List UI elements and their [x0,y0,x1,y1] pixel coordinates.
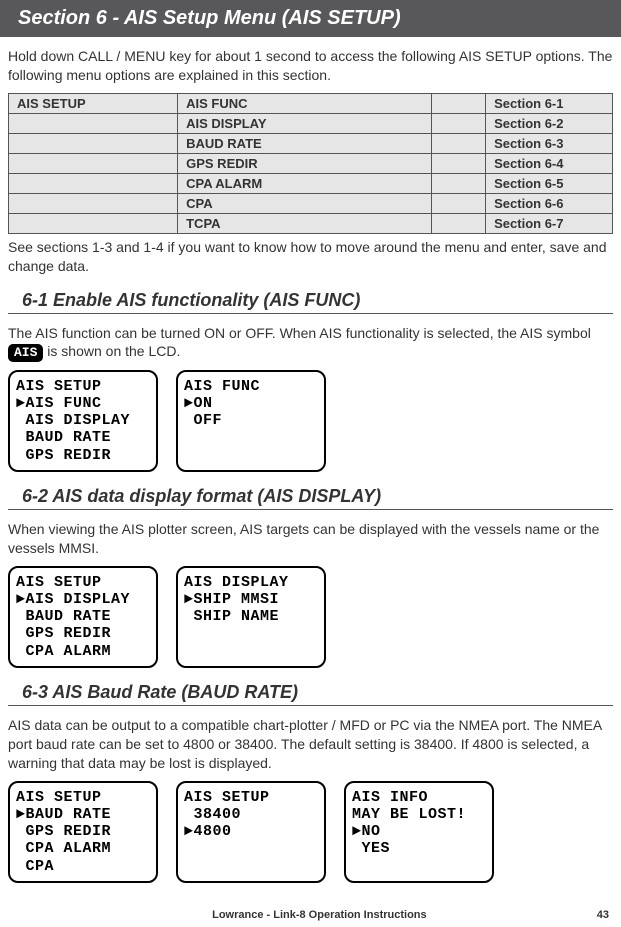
table-row: CPA ALARM Section 6-5 [9,173,613,193]
cell-blank [431,133,485,153]
table-row: TCPA Section 6-7 [9,213,613,233]
subheading-6-1: 6-1 Enable AIS functionality (AIS FUNC) [22,290,613,311]
lcd-row-6-1: AIS SETUP ►AIS FUNC AIS DISPLAY BAUD RAT… [8,370,613,472]
subheading-6-3: 6-3 AIS Baud Rate (BAUD RATE) [22,682,613,703]
cell-blank [9,193,178,213]
paragraph-6-3: AIS data can be output to a compatible c… [8,716,613,773]
cell-section: Section 6-2 [486,113,613,133]
subheading-6-2: 6-2 AIS data display format (AIS DISPLAY… [22,486,613,507]
section-banner: Section 6 - AIS Setup Menu (AIS SETUP) [0,0,621,37]
menu-table: AIS SETUP AIS FUNC Section 6-1 AIS DISPL… [8,93,613,234]
cell-blank [9,153,178,173]
lcd-screen: AIS SETUP ►AIS DISPLAY BAUD RATE GPS RED… [8,566,158,668]
cell-section: Section 6-5 [486,173,613,193]
ais-chip: AIS [8,344,43,362]
cell-section: Section 6-4 [486,153,613,173]
lcd-row-6-3: AIS SETUP ►BAUD RATE GPS REDIR CPA ALARM… [8,781,613,883]
lcd-row-6-2: AIS SETUP ►AIS DISPLAY BAUD RATE GPS RED… [8,566,613,668]
cell-blank [9,213,178,233]
divider [8,313,613,314]
table-row: BAUD RATE Section 6-3 [9,133,613,153]
paragraph-6-2: When viewing the AIS plotter screen, AIS… [8,520,613,558]
table-row: AIS DISPLAY Section 6-2 [9,113,613,133]
text-before: The AIS function can be turned ON or OFF… [8,325,591,341]
cell-blank [431,193,485,213]
intro-paragraph: Hold down CALL / MENU key for about 1 se… [8,47,613,85]
cell-func: AIS DISPLAY [178,113,432,133]
page-number: 43 [597,909,609,921]
lcd-screen: AIS SETUP ►AIS FUNC AIS DISPLAY BAUD RAT… [8,370,158,472]
table-row: GPS REDIR Section 6-4 [9,153,613,173]
page-footer: Lowrance - Link-8 Operation Instructions… [0,903,621,927]
lcd-screen: AIS FUNC ►ON OFF [176,370,326,472]
footer-title: Lowrance - Link-8 Operation Instructions [42,909,597,921]
cell-func: CPA [178,193,432,213]
cell-blank [431,93,485,113]
lcd-screen: AIS INFO MAY BE LOST! ►NO YES [344,781,494,883]
cell-blank [431,113,485,133]
cell-setup: AIS SETUP [9,93,178,113]
cell-blank [9,133,178,153]
cell-func: GPS REDIR [178,153,432,173]
cell-blank [9,173,178,193]
cell-func: TCPA [178,213,432,233]
table-row: AIS SETUP AIS FUNC Section 6-1 [9,93,613,113]
cell-section: Section 6-7 [486,213,613,233]
lcd-screen: AIS SETUP 38400 ►4800 [176,781,326,883]
lcd-screen: AIS SETUP ►BAUD RATE GPS REDIR CPA ALARM… [8,781,158,883]
after-table-paragraph: See sections 1-3 and 1-4 if you want to … [8,238,613,276]
cell-blank [431,213,485,233]
cell-blank [9,113,178,133]
divider [8,705,613,706]
cell-blank [431,173,485,193]
cell-section: Section 6-6 [486,193,613,213]
cell-section: Section 6-3 [486,133,613,153]
divider [8,509,613,510]
cell-func: BAUD RATE [178,133,432,153]
cell-func: CPA ALARM [178,173,432,193]
cell-section: Section 6-1 [486,93,613,113]
cell-blank [431,153,485,173]
table-row: CPA Section 6-6 [9,193,613,213]
lcd-screen: AIS DISPLAY ►SHIP MMSI SHIP NAME [176,566,326,668]
cell-func: AIS FUNC [178,93,432,113]
paragraph-6-1: The AIS function can be turned ON or OFF… [8,324,613,362]
text-after: is shown on the LCD. [47,343,180,359]
